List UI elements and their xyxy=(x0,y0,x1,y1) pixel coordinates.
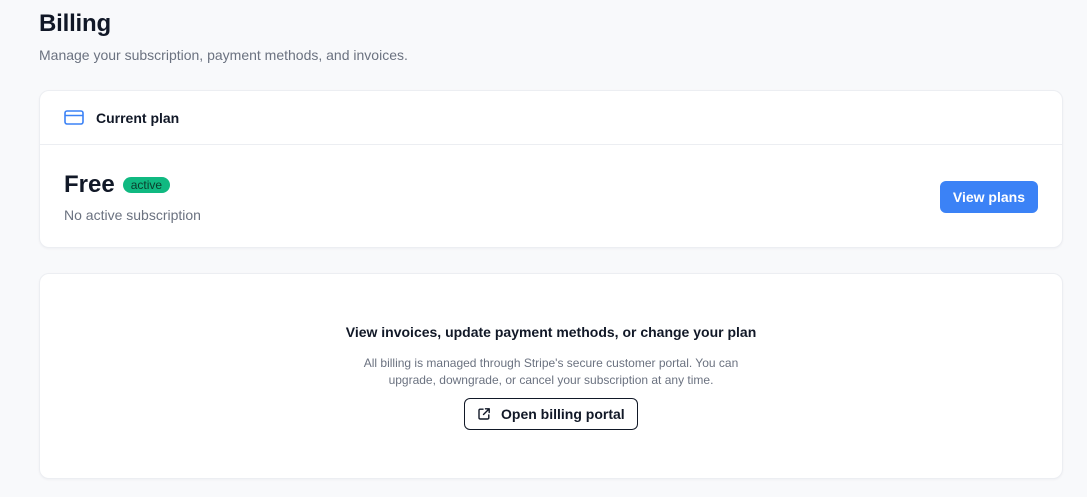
external-link-icon xyxy=(477,407,491,421)
billing-page: Billing Manage your subscription, paymen… xyxy=(0,0,1087,497)
current-plan-card: Current plan Free active No active subsc… xyxy=(39,90,1063,248)
open-billing-portal-button[interactable]: Open billing portal xyxy=(464,398,638,430)
open-billing-portal-label: Open billing portal xyxy=(501,406,625,422)
credit-card-icon xyxy=(64,110,84,126)
plan-name-row: Free active xyxy=(64,171,171,199)
plan-description: No active subscription xyxy=(64,207,201,223)
current-plan-header: Current plan xyxy=(40,91,1062,145)
billing-portal-card: View invoices, update payment methods, o… xyxy=(39,273,1063,479)
portal-description: All billing is managed through Stripe's … xyxy=(363,356,739,387)
status-badge: active xyxy=(122,177,171,193)
page-subtitle: Manage your subscription, payment method… xyxy=(39,47,408,63)
current-plan-title: Current plan xyxy=(96,109,180,126)
current-plan-body: Free active No active subscription View … xyxy=(40,145,1062,248)
portal-title: View invoices, update payment methods, o… xyxy=(345,324,757,340)
view-plans-button[interactable]: View plans xyxy=(939,181,1038,213)
page-title: Billing xyxy=(39,10,111,37)
plan-name: Free xyxy=(64,171,115,198)
